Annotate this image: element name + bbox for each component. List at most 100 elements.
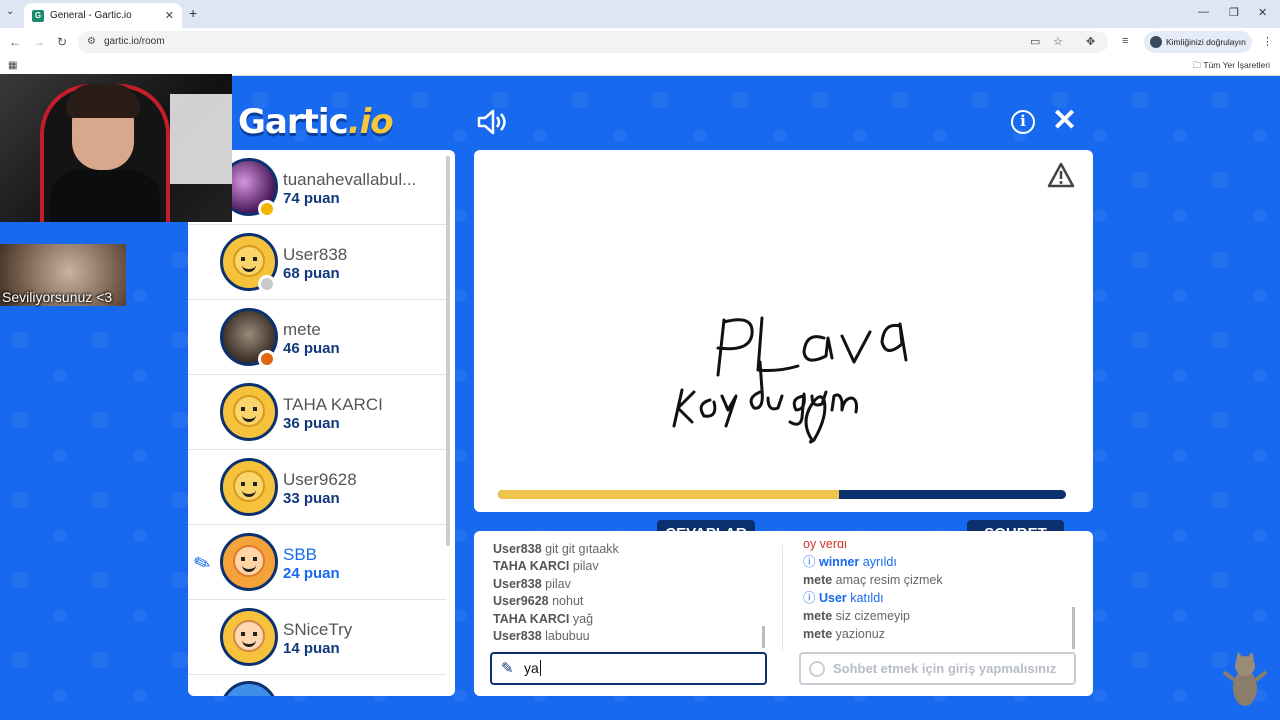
url-text: gartic.io/room: [104, 36, 165, 47]
bookmarks-bar: ▦ 🗀 Tüm Yer İşaretleri: [0, 56, 1280, 76]
chat-user: winner: [818, 555, 860, 569]
window-close-icon[interactable]: ✕: [1258, 6, 1267, 19]
reload-icon[interactable]: ↻: [57, 35, 67, 49]
answer-text: pilav: [572, 559, 599, 574]
avatar-eyes: [241, 482, 257, 486]
player-avatar: [220, 458, 278, 516]
player-score: 33 puan: [283, 490, 340, 507]
answer-line: User838 pilav: [493, 576, 763, 593]
profile-label: Kimliğinizi doğrulayın: [1166, 37, 1246, 47]
logo-suffix: .io: [347, 102, 394, 142]
player-score: 74 puan: [283, 190, 340, 207]
player-row[interactable]: ✎ SBB 24 puan: [188, 525, 446, 600]
player-avatar: [220, 608, 278, 666]
pencil-icon: ✎: [501, 660, 514, 677]
player-drawing: [672, 316, 908, 444]
player-status-dot: [258, 200, 276, 218]
player-avatar: [220, 533, 278, 591]
chat-line: mete siz cizemeyip: [803, 607, 1073, 625]
avatar-face: [233, 470, 265, 502]
player-name: SBB: [283, 545, 318, 564]
avatar-face: [233, 245, 265, 277]
chat-text: katıldı: [850, 591, 884, 605]
apps-grid-icon[interactable]: ▦: [8, 60, 17, 71]
round-timer-fill: [498, 490, 839, 499]
tab-close-icon[interactable]: ✕: [165, 9, 174, 22]
report-warning-icon[interactable]: [1047, 162, 1075, 188]
avatar-face: [233, 620, 265, 652]
answers-scrollbar[interactable]: [762, 626, 765, 648]
chat-input[interactable]: Sohbet etmek için giriş yapmalısınız: [799, 652, 1076, 685]
chat-user: User: [818, 591, 847, 605]
bookmark-star-icon[interactable]: ☆: [1053, 35, 1063, 48]
site-info-icon[interactable]: ⚙: [87, 31, 96, 53]
answers-list: User838 git git gıtaakk TAHA KARCI pilav U…: [493, 541, 763, 645]
new-tab-icon[interactable]: +: [189, 5, 197, 21]
chat-text: yazionuz: [835, 627, 886, 641]
chat-list: oy verdi ⓘ winner ayrıldı mete amaç resim…: [803, 541, 1073, 651]
clip-overlay-text: Seviliyorsunuz <3: [2, 289, 113, 305]
info-icon[interactable]: i: [1011, 110, 1035, 134]
answer-text: pilav: [545, 576, 571, 591]
round-timer-bar: [498, 490, 1066, 499]
profile-avatar-icon: [1150, 36, 1162, 48]
menu-icon[interactable]: ⋮: [1262, 35, 1273, 48]
answer-user: User838: [493, 542, 542, 556]
player-name: tuanahevallabul...: [283, 170, 417, 189]
player-name: SNiceTry: [283, 620, 353, 639]
avatar-face: [233, 545, 265, 577]
drawing-canvas[interactable]: [474, 150, 1093, 512]
player-row[interactable]: User838 68 puan: [188, 225, 446, 300]
player-row[interactable]: mete 46 puan: [188, 300, 446, 375]
info-circle-icon: ⓘ: [803, 555, 819, 569]
chat-line: mete amaç resim çizmek: [803, 571, 1073, 589]
exit-icon[interactable]: ✕: [1052, 106, 1077, 136]
tab-list-icon[interactable]: ⌄: [6, 6, 14, 17]
player-row[interactable]: SNiceTry 14 puan: [188, 600, 446, 675]
player-name: TAHA KARCI: [283, 395, 383, 414]
player-status-dot: [258, 275, 276, 293]
back-icon[interactable]: ←: [9, 35, 21, 49]
info-circle-icon: ⓘ: [803, 591, 819, 605]
chat-system-line: ⓘ User katıldı: [803, 589, 1073, 607]
browser-tabbar: ⌄ G General - Gartic.io ✕ + — ❐ ✕: [0, 0, 1280, 28]
answers-chat-panel: User838 git git gıtaakk TAHA KARCI pilav U…: [474, 531, 1093, 696]
answer-text: labubuu: [545, 629, 590, 644]
restore-icon[interactable]: ❐: [1229, 6, 1239, 19]
answer-line: TAHA KARCI pilav: [493, 558, 763, 575]
logo-main: Gartic: [238, 102, 349, 142]
chat-user: mete: [803, 573, 833, 587]
browser-tab[interactable]: G General - Gartic.io ✕: [24, 3, 182, 28]
streamer-webcam: [0, 74, 232, 222]
answer-text: git git gıtaakk: [545, 542, 619, 556]
chat-scrollbar[interactable]: [1072, 607, 1075, 649]
all-bookmarks[interactable]: 🗀 Tüm Yer İşaretleri: [1193, 60, 1270, 74]
answer-input[interactable]: ✎ ya: [490, 652, 767, 685]
webcam-person-body: [50, 170, 160, 222]
webcam-person-hair: [66, 84, 140, 118]
minimize-icon[interactable]: —: [1198, 6, 1209, 18]
answer-line: TAHA KARCI yağ: [493, 611, 763, 628]
extensions-icon[interactable]: ✥: [1086, 35, 1095, 48]
player-score: 46 puan: [283, 340, 340, 357]
answer-line: User838 labubuu: [493, 628, 763, 645]
answer-input-value: ya: [524, 660, 539, 676]
sound-icon[interactable]: [476, 108, 506, 136]
chat-text: ayrıldı: [862, 555, 897, 569]
avatar-eyes: [241, 632, 257, 636]
panel-divider: [782, 545, 783, 650]
profile-button[interactable]: Kimliğinizi doğrulayın: [1144, 31, 1252, 53]
chat-text: siz cizemeyip: [835, 609, 910, 623]
chat-user: mete: [803, 627, 833, 641]
address-bar[interactable]: ⚙ gartic.io/room: [78, 31, 1108, 53]
player-list-scrollbar[interactable]: [446, 156, 450, 546]
install-icon[interactable]: ▭: [1030, 35, 1040, 48]
forward-icon[interactable]: →: [33, 35, 45, 49]
gartic-favicon-icon: G: [32, 9, 44, 22]
player-row[interactable]: User9628 33 puan: [188, 450, 446, 525]
media-icon[interactable]: ≡: [1122, 35, 1128, 47]
avatar-eyes: [241, 407, 257, 411]
avatar-eyes: [241, 257, 257, 261]
chat-input-placeholder: Sohbet etmek için giriş yapmalısınız: [833, 661, 1057, 676]
player-row[interactable]: TAHA KARCI 36 puan: [188, 375, 446, 450]
